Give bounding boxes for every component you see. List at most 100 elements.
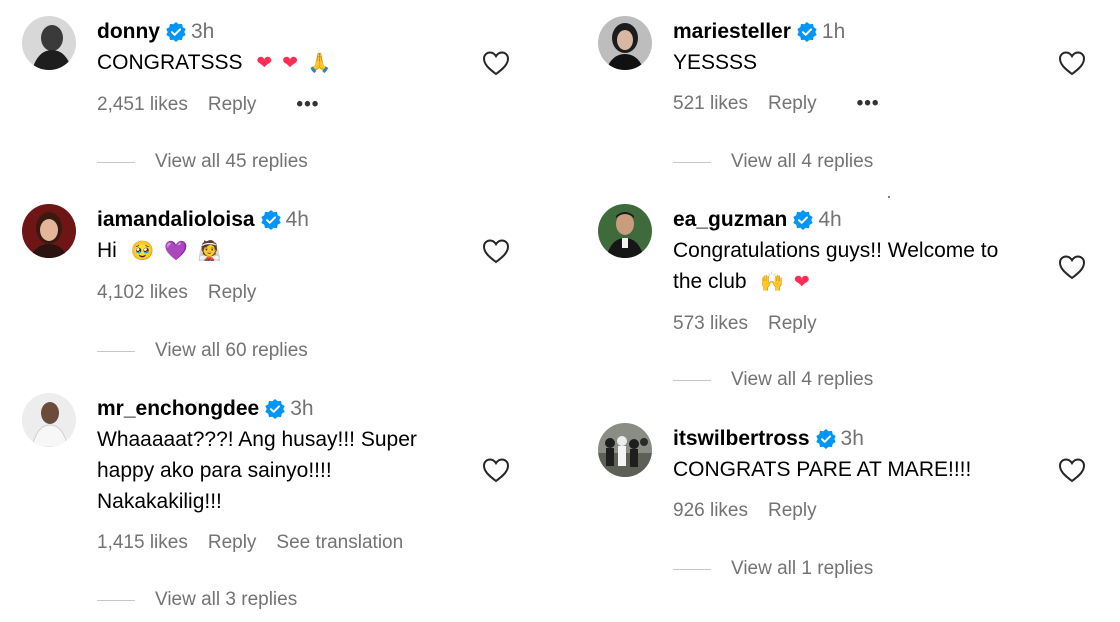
view-replies-label: View all 3 replies xyxy=(155,589,298,610)
emoji: 💜 xyxy=(164,240,188,262)
emoji: 🙌 xyxy=(760,271,785,293)
comment-body: CONGRATSSS xyxy=(97,51,243,74)
replies-divider xyxy=(97,161,135,163)
verified-badge-icon xyxy=(815,429,836,449)
heart-outline-icon[interactable] xyxy=(1058,254,1086,280)
comment-meta: 521 likes Reply ••• xyxy=(673,92,880,116)
emoji: 👰 xyxy=(197,240,222,262)
replies-divider xyxy=(97,599,135,601)
view-replies-button[interactable]: View all 1 replies xyxy=(673,557,873,581)
heart-outline-icon[interactable] xyxy=(1058,50,1086,76)
reply-button[interactable]: Reply xyxy=(208,532,257,554)
avatar[interactable] xyxy=(22,393,76,447)
emoji: ❤ xyxy=(793,271,810,293)
comment-line: happy ako para sainyo!!!! xyxy=(97,459,332,482)
comment-line: Nakakakilig!!! xyxy=(97,490,222,513)
view-replies-button[interactable]: View all 60 replies xyxy=(97,339,308,363)
comment-text: CONGRATSSS ❤ ❤ 🙏 xyxy=(97,47,332,79)
replies-divider xyxy=(673,161,711,163)
timestamp: 3h xyxy=(840,427,864,450)
username-link[interactable]: mariesteller xyxy=(673,20,791,44)
heart-outline-icon[interactable] xyxy=(1058,457,1086,483)
timestamp: 1h xyxy=(821,20,846,43)
heart-outline-icon[interactable] xyxy=(482,238,510,264)
timestamp: 4h xyxy=(818,208,842,231)
comment-line: Congratulations guys!! Welcome to xyxy=(673,239,999,262)
view-replies-button[interactable]: View all 4 replies xyxy=(673,368,873,392)
replies-divider xyxy=(673,568,711,570)
view-replies-label: View all 4 replies xyxy=(731,369,874,390)
comment-text: YESSSS xyxy=(673,47,757,78)
stray-dot xyxy=(888,196,890,198)
avatar[interactable] xyxy=(598,16,652,70)
replies-divider xyxy=(97,350,135,352)
comment-body: CONGRATS PARE AT MARE!!!! xyxy=(673,458,972,481)
comment-body: Hi xyxy=(97,239,117,262)
verified-badge-icon xyxy=(166,22,186,42)
username-link[interactable]: donny xyxy=(97,20,160,44)
more-options-icon[interactable]: ••• xyxy=(857,93,880,115)
avatar[interactable] xyxy=(598,204,652,258)
reply-button[interactable]: Reply xyxy=(768,500,817,522)
heart-outline-icon[interactable] xyxy=(482,50,510,76)
timestamp: 4h xyxy=(285,208,309,231)
timestamp: 3h xyxy=(290,397,314,420)
replies-divider xyxy=(673,379,711,381)
username-link[interactable]: mr_enchongdee xyxy=(97,397,259,421)
likes-count[interactable]: 1,415 likes xyxy=(97,532,188,554)
username-link[interactable]: ea_guzman xyxy=(673,208,787,232)
timestamp: 3h xyxy=(191,20,215,43)
verified-badge-icon xyxy=(260,210,281,230)
view-replies-button[interactable]: View all 45 replies xyxy=(97,150,308,174)
comment-header: iamandalioloisa 4h xyxy=(97,204,309,236)
comment-meta: 926 likes Reply xyxy=(673,499,817,523)
verified-badge-icon xyxy=(797,22,817,42)
comment-line: the club 🙌 ❤ xyxy=(673,266,998,298)
view-replies-label: View all 45 replies xyxy=(155,151,308,172)
comment-line: Whaaaaat???! Ang husay!!! Super xyxy=(97,428,417,451)
more-options-icon[interactable]: ••• xyxy=(296,94,319,116)
emoji: ❤ xyxy=(256,52,273,74)
comment-meta: 2,451 likes Reply ••• xyxy=(97,93,319,117)
reply-button[interactable]: Reply xyxy=(768,93,817,115)
comment-header: donny 3h xyxy=(97,16,214,48)
comment-line-text: the club xyxy=(673,270,747,293)
likes-count[interactable]: 4,102 likes xyxy=(97,282,188,304)
avatar[interactable] xyxy=(22,16,76,70)
comment-meta: 1,415 likes Reply See translation xyxy=(97,531,403,555)
comment-meta: 4,102 likes Reply xyxy=(97,281,256,305)
comment-header: itswilbertross 3h xyxy=(673,423,864,455)
comment-header: mr_enchongdee 3h xyxy=(97,393,314,425)
view-replies-label: View all 4 replies xyxy=(731,151,874,172)
comment-text: CONGRATS PARE AT MARE!!!! xyxy=(673,454,971,485)
reply-button[interactable]: Reply xyxy=(208,282,257,304)
verified-badge-icon xyxy=(265,399,285,419)
likes-count[interactable]: 2,451 likes xyxy=(97,94,188,116)
reply-button[interactable]: Reply xyxy=(768,313,817,335)
likes-count[interactable]: 521 likes xyxy=(673,93,748,115)
comment-text: Hi 🥹 💜 👰 xyxy=(97,235,221,267)
likes-count[interactable]: 573 likes xyxy=(673,313,748,335)
reply-button[interactable]: Reply xyxy=(208,94,257,116)
heart-outline-icon[interactable] xyxy=(482,457,510,483)
username-link[interactable]: iamandalioloisa xyxy=(97,208,255,232)
avatar[interactable] xyxy=(598,423,652,477)
comment-meta: 573 likes Reply xyxy=(673,312,817,336)
emoji: 🙏 xyxy=(307,52,332,74)
comment-text: Whaaaaat???! Ang husay!!! Super happy ak… xyxy=(97,424,417,517)
likes-count[interactable]: 926 likes xyxy=(673,500,748,522)
view-replies-label: View all 60 replies xyxy=(155,340,308,361)
emoji: 🥹 xyxy=(130,240,155,262)
see-translation-button[interactable]: See translation xyxy=(276,532,403,554)
username-link[interactable]: itswilbertross xyxy=(673,427,810,451)
avatar[interactable] xyxy=(22,204,76,258)
view-replies-label: View all 1 replies xyxy=(731,558,874,579)
comment-body: YESSSS xyxy=(673,51,758,74)
verified-badge-icon xyxy=(793,210,814,230)
comment-header: ea_guzman 4h xyxy=(673,204,842,236)
emoji: ❤ xyxy=(282,52,298,74)
comment-text: Congratulations guys!! Welcome to the cl… xyxy=(673,235,998,298)
view-replies-button[interactable]: View all 4 replies xyxy=(673,150,873,174)
view-replies-button[interactable]: View all 3 replies xyxy=(97,588,297,612)
comment-header: mariesteller 1h xyxy=(673,16,845,48)
